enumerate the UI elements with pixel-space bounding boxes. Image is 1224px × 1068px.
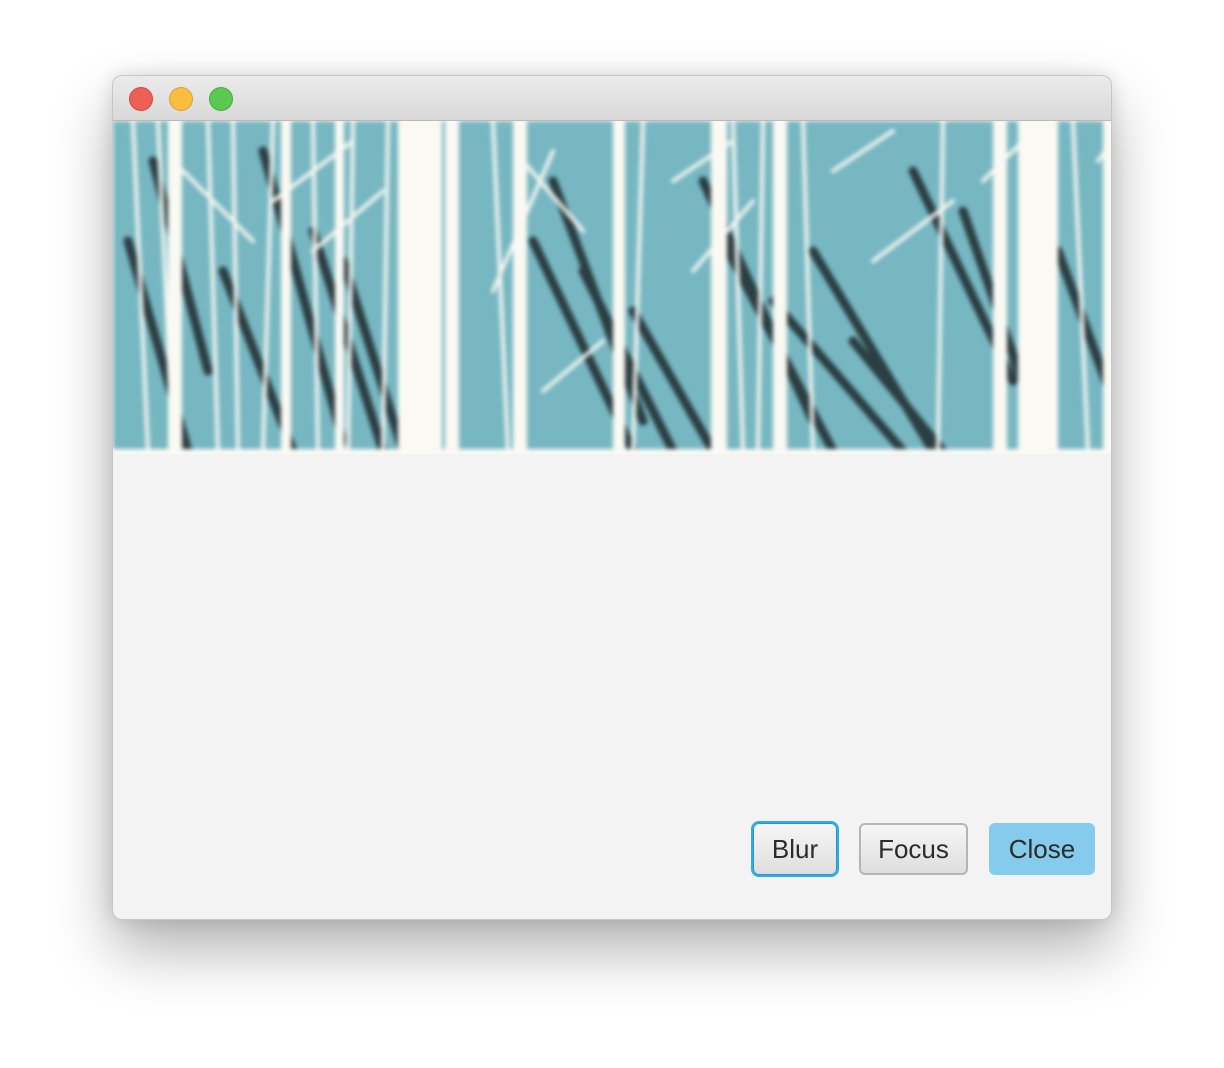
blur-button[interactable]: Blur bbox=[753, 823, 837, 875]
minimize-window-icon[interactable] bbox=[169, 87, 193, 111]
blurred-forest-image bbox=[113, 121, 1111, 454]
focus-button[interactable]: Focus bbox=[859, 823, 968, 875]
zoom-window-icon[interactable] bbox=[209, 87, 233, 111]
close-window-icon[interactable] bbox=[129, 87, 153, 111]
title-bar[interactable] bbox=[113, 76, 1111, 121]
app-window: Blur Focus Close bbox=[112, 75, 1112, 920]
close-button[interactable]: Close bbox=[989, 823, 1095, 875]
